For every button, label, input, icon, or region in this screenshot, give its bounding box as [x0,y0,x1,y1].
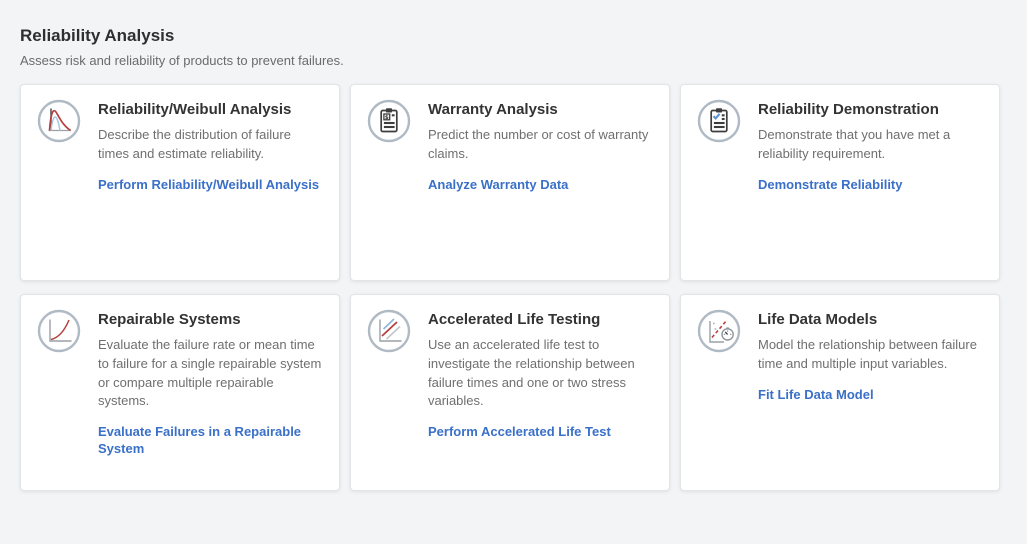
card-description: Use an accelerated life test to investig… [428,336,653,411]
card-title: Accelerated Life Testing [428,311,653,330]
svg-text:$: $ [385,115,389,121]
card-title: Life Data Models [758,311,983,330]
parallel-regression-lines-icon [367,309,411,353]
fit-life-data-model-link[interactable]: Fit Life Data Model [758,387,874,404]
demonstrate-reliability-link[interactable]: Demonstrate Reliability [758,177,903,194]
clipboard-dollar-icon: $ [367,99,411,143]
card-title: Warranty Analysis [428,101,653,120]
clipboard-check-icon [697,99,741,143]
card-repairable-systems: Repairable Systems Evaluate the failure … [20,294,340,491]
card-reliability-demonstration: Reliability Demonstration Demonstrate th… [680,84,1000,281]
card-life-data-models: Life Data Models Model the relationship … [680,294,1000,491]
page-subtitle: Assess risk and reliability of products … [20,53,1007,70]
perform-accelerated-life-test-link[interactable]: Perform Accelerated Life Test [428,424,611,441]
card-description: Demonstrate that you have met a reliabil… [758,126,983,164]
regression-gauge-icon [697,309,741,353]
increasing-failure-curve-icon [37,309,81,353]
card-description: Predict the number or cost of warranty c… [428,126,653,164]
weibull-distribution-icon [37,99,81,143]
reliability-analysis-page: Reliability Analysis Assess risk and rel… [0,0,1027,491]
analyze-warranty-data-link[interactable]: Analyze Warranty Data [428,177,568,194]
card-warranty-analysis: $ Warranty Analysis Predict the number o… [350,84,670,281]
card-title: Reliability/Weibull Analysis [98,101,323,120]
card-description: Model the relationship between failure t… [758,336,983,374]
card-reliability-weibull-analysis: Reliability/Weibull Analysis Describe th… [20,84,340,281]
card-title: Reliability Demonstration [758,101,983,120]
card-description: Describe the distribution of failure tim… [98,126,323,164]
page-title: Reliability Analysis [20,25,1007,46]
card-title: Repairable Systems [98,311,323,330]
card-description: Evaluate the failure rate or mean time t… [98,336,323,411]
perform-reliability-weibull-analysis-link[interactable]: Perform Reliability/Weibull Analysis [98,177,319,194]
analysis-cards-grid: Reliability/Weibull Analysis Describe th… [20,84,1007,491]
evaluate-failures-repairable-system-link[interactable]: Evaluate Failures in a Repairable System [98,424,323,458]
card-accelerated-life-testing: Accelerated Life Testing Use an accelera… [350,294,670,491]
